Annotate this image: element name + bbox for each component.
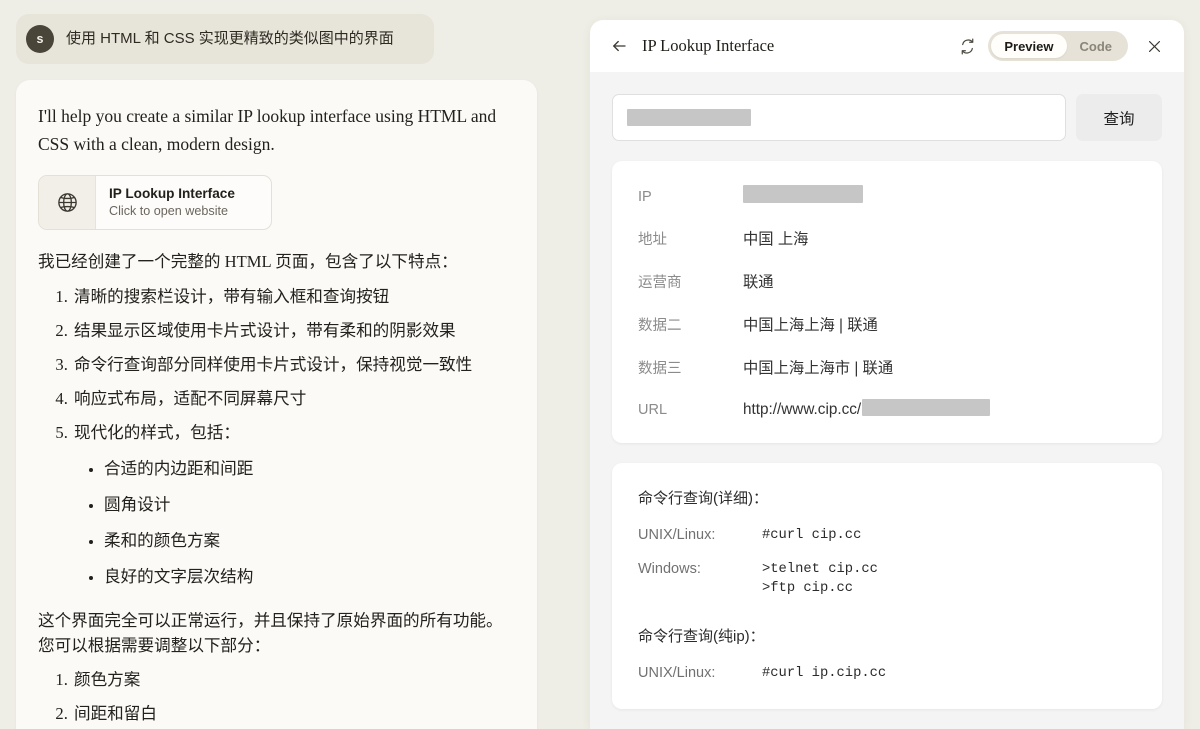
table-row: UNIX/Linux: #curl cip.cc	[638, 526, 1136, 546]
table-row: 运营商 联通	[638, 270, 1136, 292]
list-item: 柔和的颜色方案	[104, 529, 515, 553]
closing-list: 颜色方案 间距和留白	[38, 668, 515, 726]
query-button[interactable]: 查询	[1076, 94, 1162, 141]
website-link-subtitle: Click to open website	[109, 204, 229, 219]
assistant-intro-text: I'll help you create a similar IP lookup…	[38, 106, 497, 155]
user-message-bubble: s 使用 HTML 和 CSS 实现更精致的类似图中的界面	[16, 14, 434, 64]
preview-panel-body: 查询 IP 地址 中国 上海 运营商 联通 数据二 中国上海上海 | 联通 数据…	[590, 72, 1184, 729]
preview-panel: IP Lookup Interface Preview Code 查询 IP 地…	[590, 20, 1184, 729]
row-value: 中国 上海	[743, 231, 809, 248]
user-message-text: 使用 HTML 和 CSS 实现更精致的类似图中的界面	[66, 29, 394, 47]
list-item: 合适的内边距和间距	[104, 457, 515, 481]
list-item: 现代化的样式，包括： 合适的内边距和间距 圆角设计 柔和的颜色方案 良好的文字层…	[72, 421, 515, 589]
search-input[interactable]	[612, 94, 1066, 141]
row-value: #curl ip.cip.cc	[762, 665, 887, 681]
close-icon[interactable]	[1140, 32, 1168, 60]
row-label: Windows:	[638, 560, 701, 577]
features-intro: 我已经创建了一个完整的 HTML 页面，包含了以下特点：	[38, 252, 458, 272]
row-label: 数据三	[638, 361, 682, 377]
row-label: 数据二	[638, 318, 682, 334]
avatar: s	[26, 25, 54, 53]
tab-code[interactable]: Code	[1067, 34, 1126, 58]
table-row: Windows: >telnet cip.cc >ftp cip.cc	[638, 560, 1136, 599]
row-label: URL	[638, 402, 668, 418]
result-card: IP 地址 中国 上海 运营商 联通 数据二 中国上海上海 | 联通 数据三 中…	[612, 161, 1162, 443]
row-value: 联通	[743, 274, 774, 291]
list-item: 清晰的搜索栏设计，带有输入框和查询按钮	[72, 285, 515, 309]
assistant-message-card: I'll help you create a similar IP lookup…	[16, 80, 537, 729]
redacted-ip-result	[743, 185, 863, 203]
command-card: 命令行查询(详细)： UNIX/Linux: #curl cip.cc Wind…	[612, 463, 1162, 710]
app-root: s 使用 HTML 和 CSS 实现更精致的类似图中的界面 I'll help …	[0, 0, 1200, 729]
row-value: #curl cip.cc	[762, 528, 862, 543]
row-value: 中国上海上海市 | 联通	[743, 360, 894, 377]
list-item: 颜色方案	[72, 668, 515, 692]
closing-text: 这个界面完全可以正常运行，并且保持了原始界面的所有功能。您可以根据需要调整以下部…	[38, 611, 503, 656]
url-text: http://www.cip.cc/	[743, 401, 862, 418]
list-item: 圆角设计	[104, 493, 515, 517]
row-value	[743, 185, 863, 206]
features-list: 清晰的搜索栏设计，带有输入框和查询按钮 结果显示区域使用卡片式设计，带有柔和的阴…	[38, 285, 515, 589]
website-link-card[interactable]: IP Lookup Interface Click to open websit…	[38, 174, 272, 231]
table-row: URL http://www.cip.cc/	[638, 399, 1136, 419]
sub-features-list: 合适的内边距和间距 圆角设计 柔和的颜色方案 良好的文字层次结构	[74, 457, 515, 589]
table-row: 数据二 中国上海上海 | 联通	[638, 313, 1136, 335]
preview-panel-header: IP Lookup Interface Preview Code	[590, 20, 1184, 72]
command-section-two-title: 命令行查询(纯ip)：	[638, 627, 765, 645]
table-row: 数据三 中国上海上海市 | 联通	[638, 356, 1136, 378]
chat-column: s 使用 HTML 和 CSS 实现更精致的类似图中的界面 I'll help …	[0, 0, 556, 729]
table-row: UNIX/Linux: #curl ip.cip.cc	[638, 664, 1136, 684]
row-value: >telnet cip.cc >ftp cip.cc	[762, 561, 878, 597]
list-item: 结果显示区域使用卡片式设计，带有柔和的阴影效果	[72, 319, 515, 343]
redacted-ip-value	[627, 109, 751, 126]
table-row: 地址 中国 上海	[638, 227, 1136, 249]
row-label: UNIX/Linux:	[638, 527, 716, 543]
website-link-title: IP Lookup Interface	[109, 185, 235, 201]
search-row: 查询	[612, 94, 1162, 141]
row-value: http://www.cip.cc/	[743, 399, 991, 419]
list-item: 间距和留白	[72, 702, 515, 726]
arrow-left-icon[interactable]	[606, 33, 632, 59]
assistant-body: 我已经创建了一个完整的 HTML 页面，包含了以下特点： 清晰的搜索栏设计，带有…	[38, 249, 515, 726]
redacted-url-suffix	[862, 399, 991, 416]
view-mode-toggle[interactable]: Preview Code	[988, 31, 1128, 61]
list-item: 良好的文字层次结构	[104, 565, 515, 589]
list-item: 命令行查询部分同样使用卡片式设计，保持视觉一致性	[72, 353, 515, 377]
website-link-body: IP Lookup Interface Click to open websit…	[96, 176, 248, 230]
row-label: 地址	[638, 232, 667, 248]
table-row: IP	[638, 185, 1136, 206]
row-value: 中国上海上海 | 联通	[743, 317, 878, 334]
list-item: 响应式布局，适配不同屏幕尺寸	[72, 387, 515, 411]
row-label: IP	[638, 189, 652, 205]
tab-preview[interactable]: Preview	[991, 34, 1067, 58]
globe-icon	[39, 175, 96, 230]
row-label: 运营商	[638, 275, 682, 291]
refresh-icon[interactable]	[954, 33, 980, 59]
row-label: UNIX/Linux:	[638, 664, 716, 681]
command-section-one-title: 命令行查询(详细)：	[638, 490, 768, 507]
list-item-label: 现代化的样式，包括：	[74, 422, 240, 442]
page-title: IP Lookup Interface	[642, 36, 775, 55]
